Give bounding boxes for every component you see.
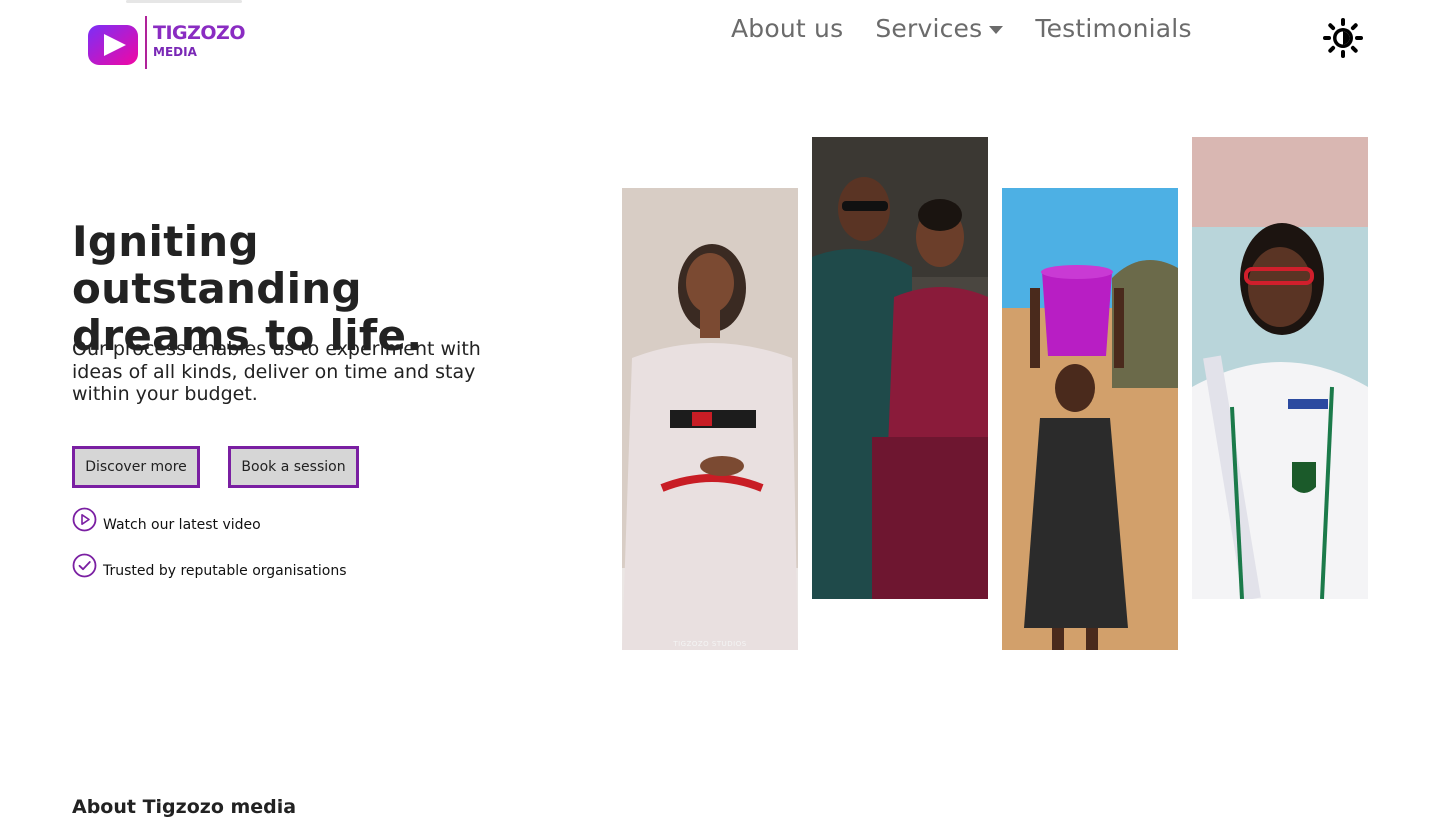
nav-testimonials-label: Testimonials bbox=[1035, 14, 1192, 43]
caret-down-icon bbox=[989, 25, 1004, 34]
watch-video-link[interactable]: Watch our latest video bbox=[72, 507, 261, 537]
trusted-badge: Trusted by reputable organisations bbox=[72, 553, 347, 583]
about-section-heading: About Tigzozo media bbox=[72, 796, 297, 818]
logo-subtitle: MEDIA bbox=[153, 45, 197, 59]
gallery-photo-child bbox=[1002, 188, 1178, 650]
nav-about-us[interactable]: About us bbox=[731, 14, 843, 43]
theme-toggle-button[interactable] bbox=[1322, 17, 1364, 59]
discover-more-button[interactable]: Discover more bbox=[72, 446, 200, 488]
book-session-button[interactable]: Book a session bbox=[228, 446, 359, 488]
photo-watermark: TIGZOZO STUDIOS bbox=[673, 640, 747, 648]
gallery-photo-couple bbox=[812, 137, 988, 599]
nav-testimonials[interactable]: Testimonials bbox=[1035, 14, 1191, 43]
play-logo-icon bbox=[84, 19, 140, 67]
sun-icon bbox=[1323, 18, 1363, 58]
check-circle-icon bbox=[72, 553, 97, 578]
watch-video-label: Watch our latest video bbox=[103, 516, 261, 533]
nav-about-us-label: About us bbox=[731, 14, 844, 43]
logo-title: TIGZOZO bbox=[153, 22, 245, 44]
header-decoration bbox=[126, 0, 242, 3]
trusted-label: Trusted by reputable organisations bbox=[103, 562, 347, 579]
nav-services-label: Services bbox=[875, 14, 983, 43]
gallery-photo-student bbox=[1192, 137, 1368, 599]
logo-text: TIGZOZO MEDIA bbox=[153, 22, 245, 59]
hero-subtitle: Our process enables us to experiment wit… bbox=[72, 338, 481, 405]
play-circle-icon bbox=[72, 507, 97, 532]
nav-services-dropdown[interactable]: Services bbox=[875, 14, 1004, 43]
main-nav: About us Services Testimonials bbox=[731, 14, 1192, 43]
logo-divider bbox=[145, 16, 147, 69]
gallery-photo-bride: TIGZOZO STUDIOS bbox=[622, 188, 798, 650]
